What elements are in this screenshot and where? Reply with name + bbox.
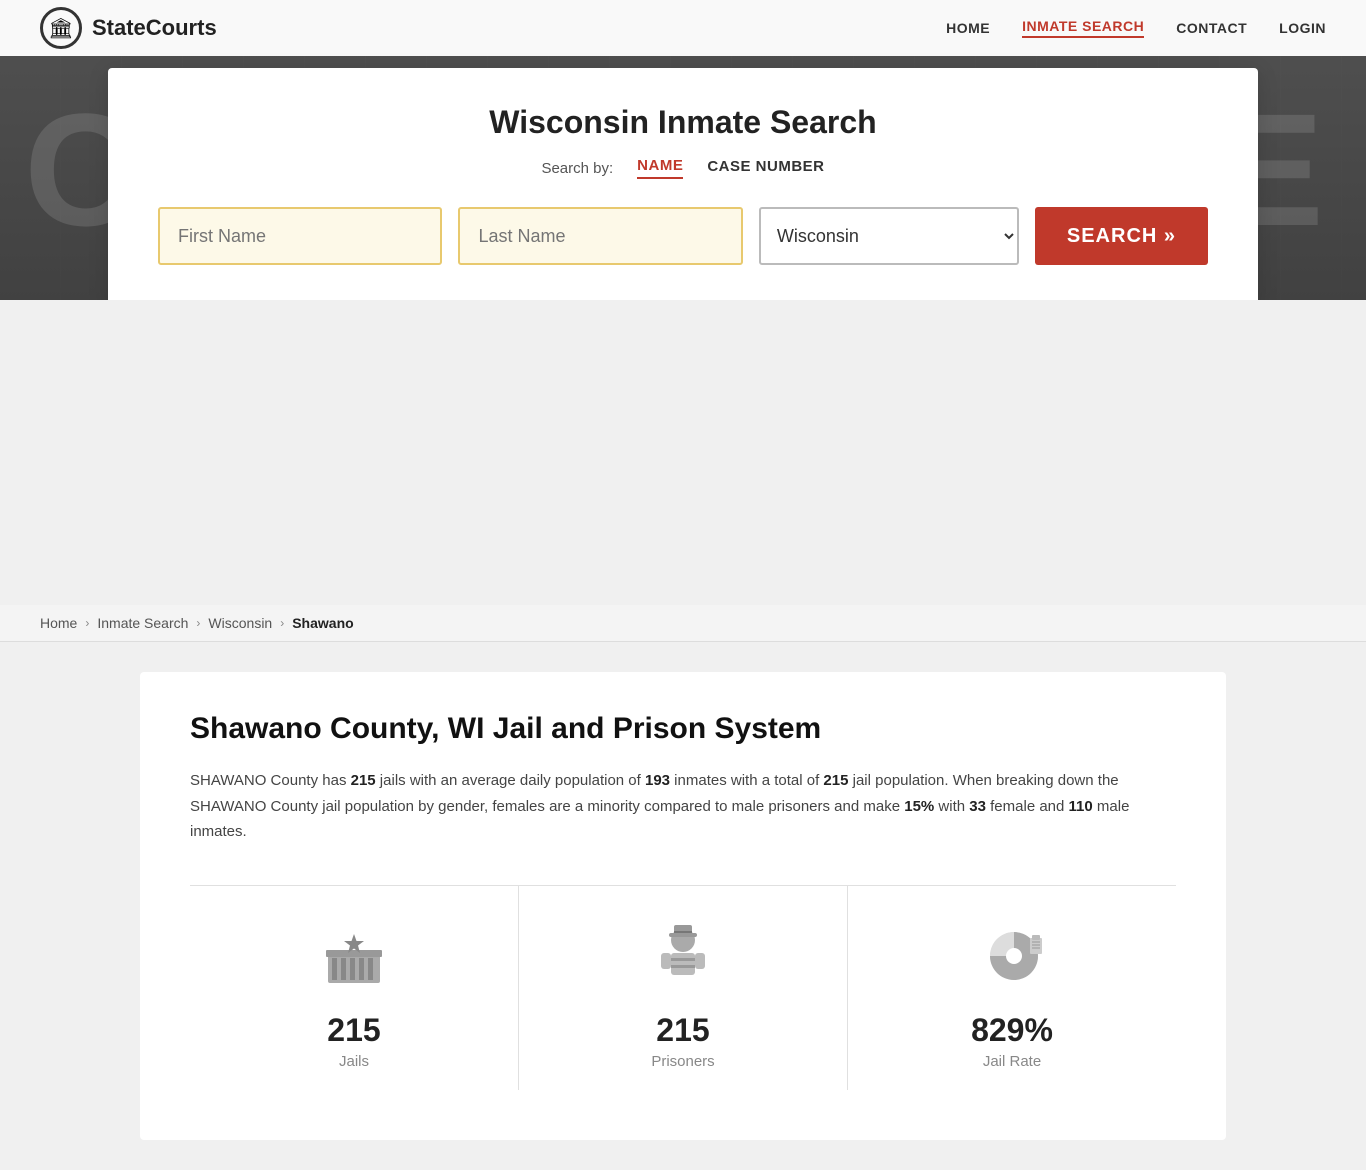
logo-icon: 🏛 (40, 7, 82, 49)
prisoner-icon (643, 916, 723, 996)
search-tab-case-number[interactable]: CASE NUMBER (707, 158, 824, 178)
jails-label: Jails (339, 1053, 369, 1070)
search-inputs-row: Wisconsin Alabama Alaska Arizona Califor… (158, 207, 1208, 265)
jail-rate-label: Jail Rate (983, 1053, 1041, 1070)
breadcrumb-wisconsin[interactable]: Wisconsin (208, 615, 272, 631)
search-card-title: Wisconsin Inmate Search (158, 104, 1208, 141)
description-text: SHAWANO County has 215 jails with an ave… (190, 768, 1176, 845)
county-title: Shawano County, WI Jail and Prison Syste… (190, 712, 1176, 746)
breadcrumb: Home › Inmate Search › Wisconsin › Shawa… (0, 605, 1366, 642)
jail-icon (314, 916, 394, 996)
stat-card-jails: 215 Jails (190, 886, 519, 1090)
jails-number: 215 (327, 1012, 380, 1049)
breadcrumb-sep-1: › (85, 616, 89, 630)
stat-card-prisoners: 215 Prisoners (519, 886, 848, 1090)
nav-inmate-search[interactable]: INMATE SEARCH (1022, 18, 1144, 38)
nav-links: HOME INMATE SEARCH CONTACT LOGIN (946, 18, 1326, 38)
last-name-input[interactable] (458, 207, 742, 265)
nav-home[interactable]: HOME (946, 20, 990, 36)
logo-area[interactable]: 🏛 StateCourts (40, 7, 217, 49)
first-name-input[interactable] (158, 207, 442, 265)
stat-card-jail-rate: 829% Jail Rate (848, 886, 1176, 1090)
breadcrumb-sep-3: › (280, 616, 284, 630)
search-card: Wisconsin Inmate Search Search by: NAME … (108, 68, 1258, 300)
breadcrumb-home[interactable]: Home (40, 615, 77, 631)
state-select[interactable]: Wisconsin Alabama Alaska Arizona Califor… (759, 207, 1019, 265)
nav-contact[interactable]: CONTACT (1176, 20, 1247, 36)
breadcrumb-sep-2: › (196, 616, 200, 630)
search-by-label: Search by: (541, 160, 613, 177)
breadcrumb-shawano: Shawano (292, 615, 353, 631)
content-card: Shawano County, WI Jail and Prison Syste… (140, 672, 1226, 1140)
main-content: Shawano County, WI Jail and Prison Syste… (0, 642, 1366, 1170)
header: COURTHOUSE 🏛 StateCourts HOME INMATE SEA… (0, 0, 1366, 300)
jail-rate-icon (972, 916, 1052, 996)
prisoners-number: 215 (656, 1012, 709, 1049)
search-tab-name[interactable]: NAME (637, 157, 683, 179)
search-by-row: Search by: NAME CASE NUMBER (158, 157, 1208, 179)
breadcrumb-inmate-search[interactable]: Inmate Search (97, 615, 188, 631)
logo-text: StateCourts (92, 15, 217, 41)
jail-rate-number: 829% (971, 1012, 1053, 1049)
nav-bar: 🏛 StateCourts HOME INMATE SEARCH CONTACT… (0, 0, 1366, 56)
stats-row: 215 Jails (190, 885, 1176, 1090)
nav-login[interactable]: LOGIN (1279, 20, 1326, 36)
search-button[interactable]: SEARCH » (1035, 207, 1208, 265)
prisoners-label: Prisoners (651, 1053, 714, 1070)
